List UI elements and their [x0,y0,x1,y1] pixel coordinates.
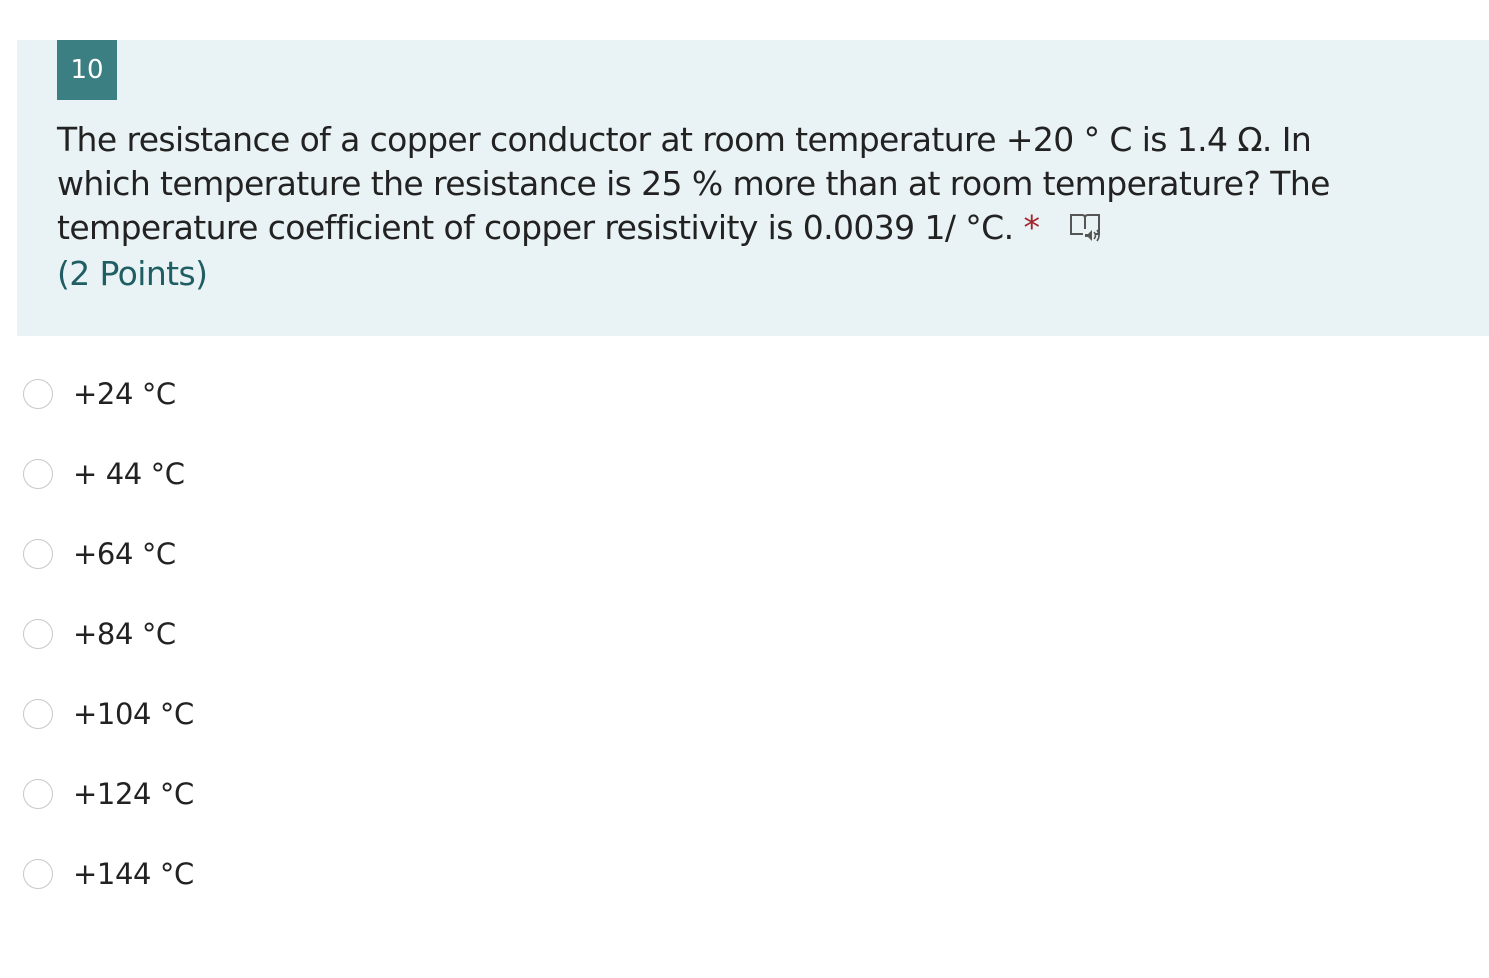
question-number-badge: 10 [57,40,117,100]
option-7[interactable]: +144 °C [0,836,1489,916]
radio-button[interactable] [23,539,53,569]
radio-button[interactable] [23,459,53,489]
question-header: 10 The resistance of a copper conductor … [17,40,1489,336]
radio-button[interactable] [23,779,53,809]
option-label[interactable]: +104 °C [73,694,194,734]
option-label[interactable]: +64 °C [73,534,176,574]
question-title: The resistance of a copper conductor at … [57,118,1387,250]
option-label[interactable]: +144 °C [73,854,194,894]
answer-options: +24 °C + 44 °C +64 °C +84 °C +104 °C +12… [0,356,1489,916]
radio-button[interactable] [23,699,53,729]
question-points: (2 Points) [57,254,208,293]
option-6[interactable]: +124 °C [0,756,1489,836]
immersive-reader-icon[interactable] [1069,210,1103,242]
radio-button[interactable] [23,859,53,889]
radio-button[interactable] [23,379,53,409]
option-label[interactable]: +24 °C [73,374,176,414]
option-2[interactable]: + 44 °C [0,436,1489,516]
option-5[interactable]: +104 °C [0,676,1489,756]
radio-button[interactable] [23,619,53,649]
option-1[interactable]: +24 °C [0,356,1489,436]
question-text: The resistance of a copper conductor at … [57,120,1330,247]
option-label[interactable]: +124 °C [73,774,194,814]
option-4[interactable]: +84 °C [0,596,1489,676]
option-3[interactable]: +64 °C [0,516,1489,596]
required-marker: * [1023,208,1041,247]
option-label[interactable]: + 44 °C [73,454,185,494]
option-label[interactable]: +84 °C [73,614,176,654]
